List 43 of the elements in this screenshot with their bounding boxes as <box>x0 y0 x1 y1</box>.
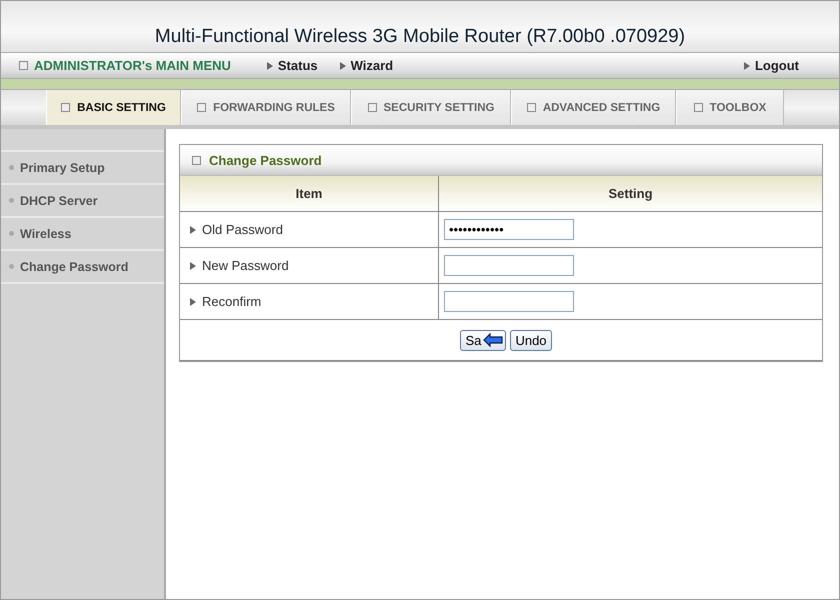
dot-bullet-icon <box>9 165 14 170</box>
sidebar-item[interactable]: DHCP Server <box>1 183 164 216</box>
tab[interactable]: ADVANCED SETTING <box>511 90 676 125</box>
field-label: Reconfirm <box>202 294 262 309</box>
sidebar-item[interactable]: Wireless <box>1 216 164 249</box>
square-bullet-icon <box>19 61 28 70</box>
square-bullet-icon <box>197 103 206 112</box>
square-bullet-icon <box>192 156 201 164</box>
triangle-bullet-icon <box>190 262 196 270</box>
menu-link[interactable]: Status <box>266 58 318 73</box>
triangle-bullet-icon <box>266 62 273 70</box>
square-bullet-icon <box>368 103 377 112</box>
triangle-bullet-icon <box>744 62 750 70</box>
triangle-bullet-icon <box>340 62 346 70</box>
triangle-bullet-icon <box>190 298 196 306</box>
field-label: Old Password <box>202 222 283 237</box>
menu-link[interactable]: Wizard <box>340 58 394 73</box>
dot-bullet-icon <box>9 198 14 203</box>
tab[interactable]: BASIC SETTING <box>46 90 181 125</box>
tab[interactable]: FORWARDING RULES <box>181 90 351 125</box>
password-field[interactable] <box>444 255 574 276</box>
square-bullet-icon <box>694 103 703 112</box>
square-bullet-icon <box>61 103 70 112</box>
panel-title: Change Password <box>209 152 322 168</box>
sidebar-item[interactable]: Change Password <box>1 249 164 284</box>
save-button[interactable]: Sa <box>460 330 506 350</box>
dot-bullet-icon <box>9 264 14 269</box>
column-header: Item <box>180 176 438 212</box>
pointer-arrow-icon <box>483 332 504 346</box>
undo-button[interactable]: Undo <box>510 330 552 350</box>
menu-title: ADMINISTRATOR's MAIN MENU <box>34 58 231 73</box>
sidebar-item[interactable]: Primary Setup <box>1 150 164 183</box>
field-label: New Password <box>202 258 289 273</box>
dot-bullet-icon <box>9 231 14 236</box>
tab[interactable]: TOOLBOX <box>676 90 784 125</box>
page-title: Multi-Functional Wireless 3G Mobile Router (R7.00b0 .070929) <box>154 26 686 47</box>
square-bullet-icon <box>526 103 536 112</box>
logout-link[interactable]: Logout <box>744 58 799 73</box>
password-field[interactable]: •••••••••••• <box>444 219 574 240</box>
column-header: Setting <box>438 176 822 212</box>
triangle-bullet-icon <box>190 226 196 234</box>
password-field[interactable] <box>444 291 574 312</box>
tab[interactable]: SECURITY SETTING <box>351 90 511 125</box>
